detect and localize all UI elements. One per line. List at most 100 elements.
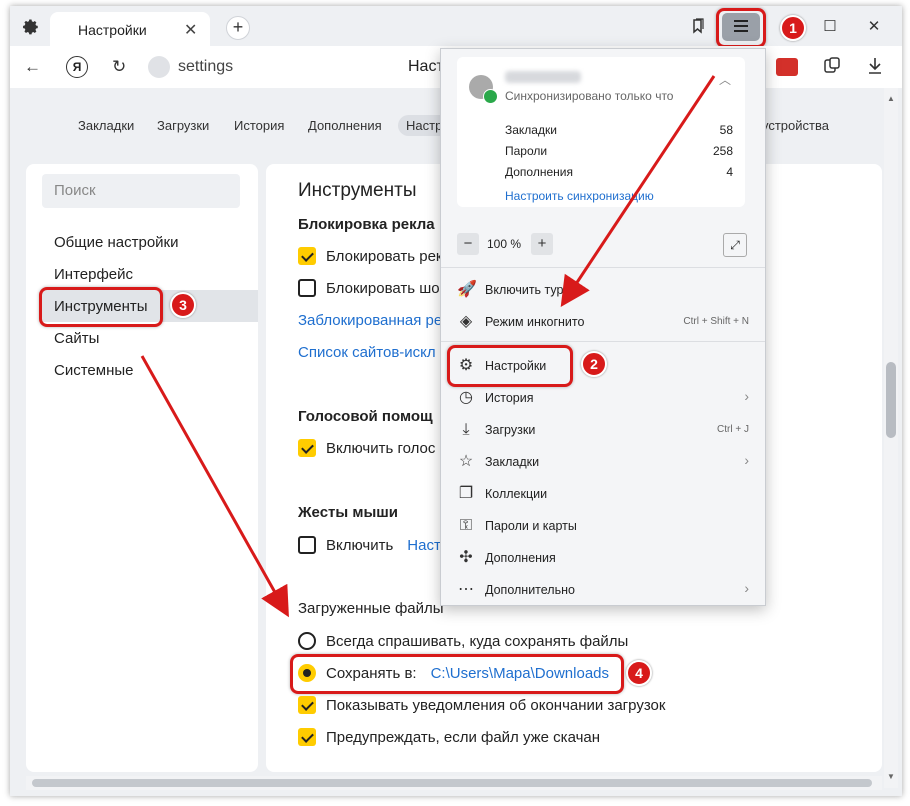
gestures-row[interactable]: Включить Настр: [298, 536, 449, 554]
bookmarks-panel-icon[interactable]: [690, 18, 706, 34]
menu-item-downloads[interactable]: ⤓ Загрузки Ctrl + J: [441, 415, 765, 445]
menu-item-turbo[interactable]: 🚀 Включить турбо: [441, 275, 765, 305]
sidebar-item-sites[interactable]: Сайты: [54, 330, 99, 347]
ads-row-1[interactable]: Блокировать рек: [298, 247, 442, 265]
scroll-thumb[interactable]: [886, 362, 896, 438]
checkbox-unchecked[interactable]: [298, 536, 316, 554]
menu-item-label: Пароли и карты: [485, 519, 577, 533]
browser-window: Настройки ✕ + 1 ☐ ✕ ← Я ↻ settings Настр…: [10, 6, 902, 796]
chevron-up-icon[interactable]: ︿: [719, 71, 731, 88]
nav-history[interactable]: История: [234, 118, 284, 133]
gear-icon: ⚙: [458, 357, 474, 374]
hamburger-icon: [734, 20, 748, 22]
nav-downloads[interactable]: Загрузки: [157, 118, 209, 133]
menu-item-shortcut: Ctrl + Shift + N: [683, 316, 749, 327]
maximize-button[interactable]: ☐: [818, 15, 842, 39]
main-menu-dropdown: Синхронизировано только что ︿ Закладки 58…: [440, 48, 766, 606]
sync-row-count: 58: [719, 123, 733, 137]
menu-item-history[interactable]: ◷ История ›: [441, 383, 765, 413]
scroll-up-icon[interactable]: ▲: [887, 94, 895, 103]
zoom-value: 100 %: [487, 237, 522, 251]
back-arrow-icon[interactable]: ←: [24, 57, 41, 77]
gestures-row-label: Включить: [326, 537, 394, 554]
sync-settings-link[interactable]: Настроить синхронизацию: [505, 189, 654, 203]
menu-item-shortcut: Ctrl + J: [717, 424, 749, 435]
nav-devices[interactable]: устройства: [762, 118, 829, 133]
nav-extensions[interactable]: Дополнения: [308, 118, 382, 133]
download-path-link[interactable]: C:\Users\Mapa\Downloads: [431, 665, 609, 682]
settings-sidebar: Поиск Общие настройки Интерфейс Инструме…: [26, 164, 258, 772]
vertical-scrollbar[interactable]: ▲ ▼: [884, 88, 898, 788]
menu-item-label: История: [485, 391, 534, 405]
blocked-ads-link[interactable]: Заблокированная ре: [298, 312, 442, 329]
star-icon: ☆: [458, 453, 474, 470]
sidebar-item-system[interactable]: Системные: [54, 362, 133, 379]
checkbox-checked[interactable]: [298, 728, 316, 746]
yandex-icon[interactable]: Я: [66, 56, 88, 78]
chevron-right-icon: ›: [744, 580, 749, 596]
new-tab-button[interactable]: +: [226, 16, 250, 40]
sidebar-item-tools[interactable]: Инструменты: [54, 298, 148, 315]
collections-icon: ❐: [458, 485, 474, 502]
sync-ok-icon: [483, 89, 498, 104]
menu-button[interactable]: [722, 13, 760, 41]
url-text[interactable]: settings: [178, 58, 233, 76]
checkbox-checked[interactable]: [298, 439, 316, 457]
voice-row[interactable]: Включить голос: [298, 439, 435, 457]
tab-close-icon[interactable]: ✕: [184, 20, 197, 40]
dl-ask-row[interactable]: Всегда спрашивать, куда сохранять файлы: [298, 632, 628, 650]
extension-icon[interactable]: [776, 58, 798, 76]
checkbox-unchecked[interactable]: [298, 279, 316, 297]
protect-icon[interactable]: [822, 56, 842, 76]
sync-status: Синхронизировано только что: [505, 89, 674, 103]
zoom-out-button[interactable]: −: [457, 233, 479, 255]
menu-separator: [441, 267, 765, 268]
chevron-right-icon: ›: [744, 388, 749, 404]
menu-item-label: Коллекции: [485, 487, 548, 501]
search-input[interactable]: Поиск: [42, 174, 240, 208]
sync-card: Синхронизировано только что ︿ Закладки 58…: [457, 57, 745, 207]
nav-bookmarks[interactable]: Закладки: [78, 118, 134, 133]
dl-warn-row[interactable]: Предупреждать, если файл уже скачан: [298, 728, 600, 746]
menu-separator: [441, 341, 765, 342]
menu-item-more[interactable]: ⋯ Дополнительно ›: [441, 575, 765, 605]
scroll-down-icon[interactable]: ▼: [887, 772, 895, 781]
ads-row-2[interactable]: Блокировать шо: [298, 279, 440, 297]
ads-block-title: Блокировка рекла: [298, 216, 435, 233]
menu-item-incognito[interactable]: ◈ Режим инкогнито Ctrl + Shift + N: [441, 307, 765, 337]
excluded-sites-link[interactable]: Список сайтов-искл: [298, 344, 436, 361]
ads-row-1-label: Блокировать рек: [326, 248, 443, 265]
sync-row-count: 258: [712, 144, 733, 158]
download-icon[interactable]: [866, 56, 884, 76]
sync-row-label: Дополнения: [505, 165, 573, 179]
annotation-badge-4: 4: [626, 660, 652, 686]
menu-item-extensions[interactable]: ✣ Дополнения: [441, 543, 765, 573]
sync-row-count: 4: [726, 165, 733, 179]
menu-item-label: Дополнения: [485, 551, 556, 565]
dl-notify-row[interactable]: Показывать уведомления об окончании загр…: [298, 696, 665, 714]
dl-notify-label: Показывать уведомления об окончании загр…: [326, 697, 666, 714]
tab-bar: Настройки ✕ + 1 ☐ ✕: [10, 6, 902, 48]
tab-settings[interactable]: Настройки ✕: [50, 12, 210, 46]
more-dots-icon: ⋯: [458, 581, 474, 598]
hscroll-thumb[interactable]: [32, 779, 872, 787]
sidebar-item-general[interactable]: Общие настройки: [54, 234, 179, 251]
menu-item-collections[interactable]: ❐ Коллекции: [441, 479, 765, 509]
horizontal-scrollbar[interactable]: [26, 776, 882, 790]
radio-unselected[interactable]: [298, 632, 316, 650]
checkbox-checked[interactable]: [298, 247, 316, 265]
fullscreen-icon[interactable]: ⤢: [723, 233, 747, 257]
menu-item-label: Закладки: [485, 455, 540, 469]
sync-row-label: Закладки: [505, 123, 557, 137]
menu-item-passwords[interactable]: ⚿ Пароли и карты: [441, 511, 765, 541]
reload-icon[interactable]: ↻: [112, 57, 126, 77]
menu-item-bookmarks[interactable]: ☆ Закладки ›: [441, 447, 765, 477]
gear-icon[interactable]: [22, 18, 40, 36]
sidebar-item-interface[interactable]: Интерфейс: [54, 266, 133, 283]
dl-save-row[interactable]: Сохранять в: C:\Users\Mapa\Downloads: [298, 664, 609, 682]
close-window-button[interactable]: ✕: [862, 15, 886, 39]
radio-selected[interactable]: [298, 664, 316, 682]
zoom-in-button[interactable]: +: [531, 233, 553, 255]
checkbox-checked[interactable]: [298, 696, 316, 714]
avatar[interactable]: [469, 75, 498, 104]
